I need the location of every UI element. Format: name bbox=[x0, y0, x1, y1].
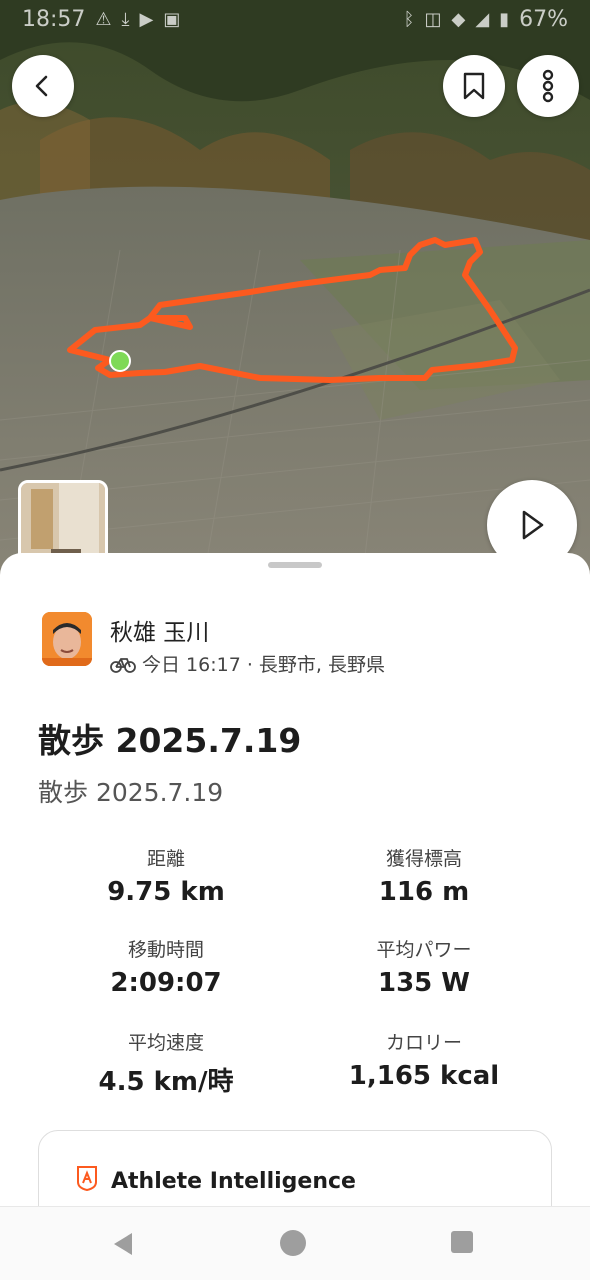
wifi-icon: ◆ bbox=[451, 8, 466, 30]
notification-icon: ▣ bbox=[163, 8, 181, 30]
warning-icon: ⚠ bbox=[95, 8, 112, 30]
stat-value: 9.75 km bbox=[107, 877, 225, 907]
stat-value: 116 m bbox=[378, 877, 470, 907]
stat-value: 135 W bbox=[377, 968, 470, 998]
stat-calories: カロリー 1,165 kcal bbox=[304, 1028, 544, 1091]
athlete-name[interactable]: 秋雄 玉川 bbox=[110, 613, 209, 647]
stat-elevation-gain: 獲得標高 116 m bbox=[304, 844, 544, 907]
stat-label: カロリー bbox=[385, 1032, 462, 1054]
status-bar: 18:57 ⚠ ⤓ ▶ ▣ ᛒ ◫ ◆ ◢ ▮ 67% bbox=[0, 0, 590, 38]
bookmark-icon bbox=[463, 72, 485, 100]
bookmark-button[interactable] bbox=[443, 55, 505, 117]
chevron-left-icon bbox=[35, 75, 48, 97]
stat-label: 獲得標高 bbox=[385, 848, 462, 870]
signal-icon: ◢ bbox=[475, 8, 490, 30]
play-icon bbox=[522, 510, 544, 540]
nav-home-icon[interactable] bbox=[280, 1230, 306, 1256]
system-navigation-bar bbox=[0, 1206, 590, 1280]
stat-label: 平均パワー bbox=[376, 939, 472, 961]
stat-label: 距離 bbox=[146, 848, 185, 870]
download-icon: ⤓ bbox=[121, 8, 130, 30]
status-time: 18:57 bbox=[22, 6, 86, 32]
bluetooth-icon: ᛒ bbox=[403, 8, 415, 30]
activity-photo-thumbnail[interactable] bbox=[18, 480, 108, 564]
bike-icon bbox=[110, 657, 136, 673]
stat-label: 平均速度 bbox=[127, 1032, 204, 1054]
stat-average-power: 平均パワー 135 W bbox=[304, 935, 544, 998]
avatar[interactable] bbox=[42, 612, 92, 666]
more-vertical-icon bbox=[542, 69, 554, 103]
more-options-button[interactable] bbox=[517, 55, 579, 117]
activity-meta: 今日 16:17 · 長野市, 長野県 bbox=[110, 650, 385, 677]
athlete-avatar-image bbox=[42, 612, 92, 666]
stat-value: 2:09:07 bbox=[110, 968, 222, 998]
activity-time-location: 今日 16:17 · 長野市, 長野県 bbox=[142, 654, 385, 676]
start-marker bbox=[109, 350, 131, 372]
athlete-intelligence-title: Athlete Intelligence bbox=[111, 1169, 356, 1194]
photo-image bbox=[21, 483, 105, 561]
youtube-icon: ▶ bbox=[139, 8, 154, 30]
activity-title: 散歩 2025.7.19 bbox=[38, 721, 302, 760]
back-button[interactable] bbox=[12, 55, 74, 117]
stat-label: 移動時間 bbox=[127, 939, 204, 961]
stat-value: 1,165 kcal bbox=[348, 1061, 500, 1091]
stat-value: 4.5 km/時 bbox=[98, 1067, 234, 1097]
sheet-drag-handle[interactable] bbox=[268, 562, 322, 568]
battery-icon: ▮ bbox=[499, 8, 510, 30]
battery-percent: 67% bbox=[519, 6, 568, 32]
stat-average-speed: 平均速度 4.5 km/時 bbox=[46, 1028, 286, 1098]
nav-back-icon[interactable] bbox=[110, 1231, 136, 1257]
stat-distance: 距離 9.75 km bbox=[46, 844, 286, 907]
nav-recents-icon[interactable] bbox=[451, 1231, 473, 1253]
vibrate-icon: ◫ bbox=[424, 8, 442, 30]
stat-moving-time: 移動時間 2:09:07 bbox=[46, 935, 286, 998]
athlete-intelligence-icon bbox=[77, 1166, 97, 1191]
activity-description: 散歩 2025.7.19 bbox=[38, 778, 224, 807]
activity-details-sheet: 秋雄 玉川 今日 16:17 · 長野市, 長野県 散歩 2025.7.19 散… bbox=[0, 553, 590, 1250]
route-map[interactable]: 18:57 ⚠ ⤓ ▶ ▣ ᛒ ◫ ◆ ◢ ▮ 67% bbox=[0, 0, 590, 600]
